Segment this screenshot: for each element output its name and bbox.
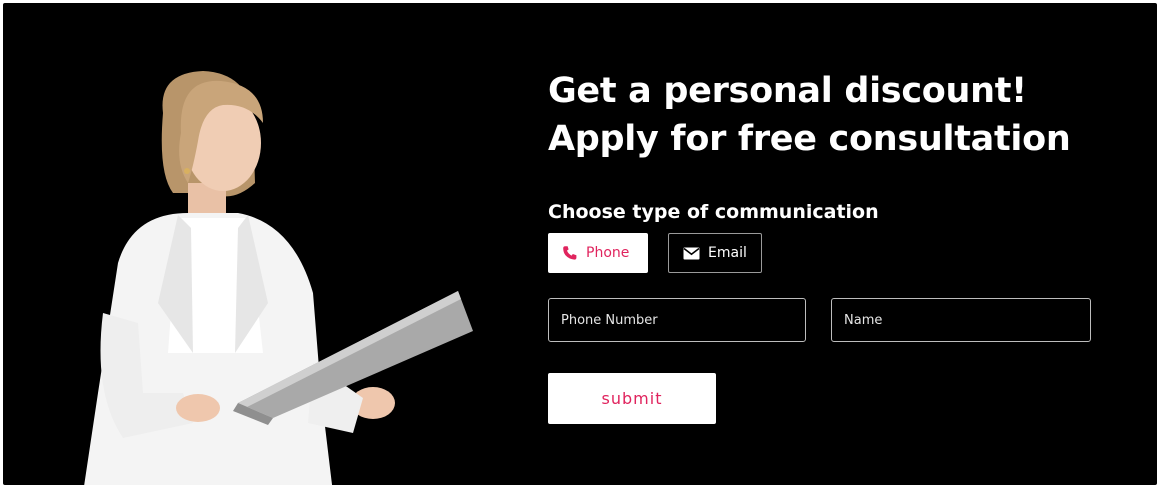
envelope-icon bbox=[683, 247, 700, 259]
headline-line-1: Get a personal discount! bbox=[548, 71, 1027, 111]
name-input[interactable] bbox=[831, 298, 1091, 342]
email-option-label: Email bbox=[708, 245, 747, 261]
headline: Get a personal discount! Apply for free … bbox=[548, 67, 1071, 163]
phone-option-button[interactable]: Phone bbox=[548, 233, 648, 273]
phone-number-input[interactable] bbox=[548, 298, 806, 342]
communication-type-title: Choose type of communication bbox=[548, 201, 879, 223]
phone-icon bbox=[563, 246, 577, 260]
headline-line-2: Apply for free consultation bbox=[548, 119, 1071, 159]
email-option-button[interactable]: Email bbox=[668, 233, 762, 273]
submit-button[interactable]: submit bbox=[548, 373, 716, 424]
woman-with-laptop-photo bbox=[84, 71, 473, 485]
consultation-banner: Get a personal discount! Apply for free … bbox=[3, 3, 1157, 485]
offer-panel: Get a personal discount! Apply for free … bbox=[548, 3, 1148, 485]
phone-option-label: Phone bbox=[586, 245, 630, 261]
